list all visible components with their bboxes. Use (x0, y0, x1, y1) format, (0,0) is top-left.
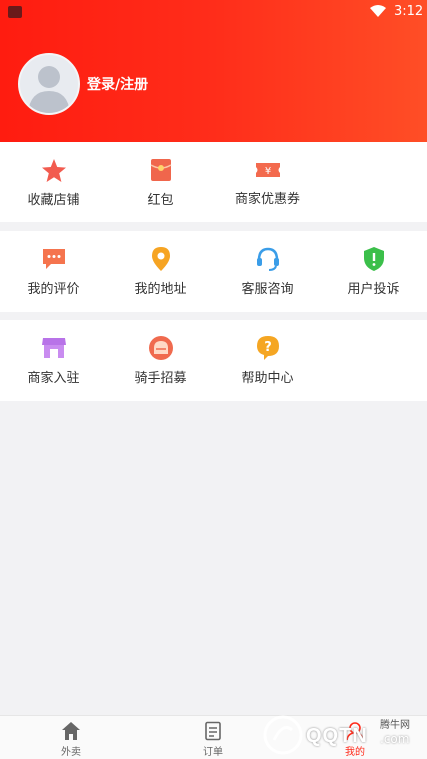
watermark-logo-icon (263, 715, 303, 755)
coupon-icon: ¥ (256, 163, 280, 177)
menu-section-2: 我的评价 我的地址 客服咨询 用户投诉 (0, 231, 427, 312)
watermark-cn: 腾牛网 (380, 720, 410, 731)
wifi-icon (370, 5, 386, 17)
default-avatar-icon (28, 66, 70, 113)
tab-label: 外卖 (61, 747, 81, 758)
profile-header: 3:12 登录/注册 (0, 0, 427, 142)
menu-item-label: 收藏店铺 (27, 193, 80, 208)
tab-takeout[interactable]: 外卖 (0, 716, 142, 759)
menu-item-label: 商家优惠券 (234, 192, 300, 207)
menu-item-rider-recruit[interactable]: 骑手招募 (107, 320, 214, 401)
menu-item-label: 骑手招募 (134, 371, 187, 386)
login-register-link[interactable]: 登录/注册 (87, 74, 148, 94)
notification-app-icon (8, 6, 22, 18)
star-icon (42, 159, 66, 182)
watermark: QQTN 腾牛网 .com (262, 712, 422, 756)
shield-icon (364, 247, 384, 271)
menu-item-help-center[interactable]: ? 帮助中心 (214, 320, 321, 401)
menu-item-label: 帮助中心 (241, 371, 294, 386)
status-bar: 3:12 (0, 0, 427, 24)
menu-item-label: 商家入驻 (27, 371, 80, 386)
menu-item-label: 客服咨询 (241, 282, 294, 297)
menu-item-label: 用户投诉 (347, 282, 400, 297)
headset-icon (257, 247, 279, 271)
menu-item-merchant-join[interactable]: 商家入驻 (0, 320, 107, 401)
svg-text:¥: ¥ (265, 166, 271, 177)
rider-icon (149, 336, 173, 360)
avatar[interactable] (18, 53, 80, 115)
menu-item-label: 红包 (147, 193, 174, 208)
svg-text:?: ? (264, 340, 272, 355)
menu-item-favorite-shops[interactable]: 收藏店铺 (0, 142, 107, 222)
menu-item-customer-service[interactable]: 客服咨询 (214, 231, 321, 312)
help-icon: ? (257, 336, 279, 360)
location-pin-icon (152, 247, 170, 271)
watermark-suffix: .com (380, 732, 410, 746)
menu-item-label: 我的评价 (27, 282, 80, 297)
storefront-icon (42, 338, 66, 358)
menu-section-1: 收藏店铺 红包 ¥ 商家优惠券 (0, 142, 427, 222)
menu-item-my-address[interactable]: 我的地址 (107, 231, 214, 312)
menu-item-coupons[interactable]: ¥ 商家优惠券 (214, 142, 321, 222)
menu-section-3: 商家入驻 骑手招募 ? 帮助中心 (0, 320, 427, 401)
order-list-icon (205, 721, 221, 741)
watermark-text: QQTN (306, 725, 368, 747)
menu-item-label: 我的地址 (134, 282, 187, 297)
red-envelope-icon (150, 159, 172, 181)
home-icon (62, 722, 80, 740)
status-time: 3:12 (394, 4, 424, 19)
comment-icon (43, 249, 65, 269)
menu-item-my-reviews[interactable]: 我的评价 (0, 231, 107, 312)
menu-item-red-envelope[interactable]: 红包 (107, 142, 214, 222)
menu-item-complaints[interactable]: 用户投诉 (320, 231, 427, 312)
